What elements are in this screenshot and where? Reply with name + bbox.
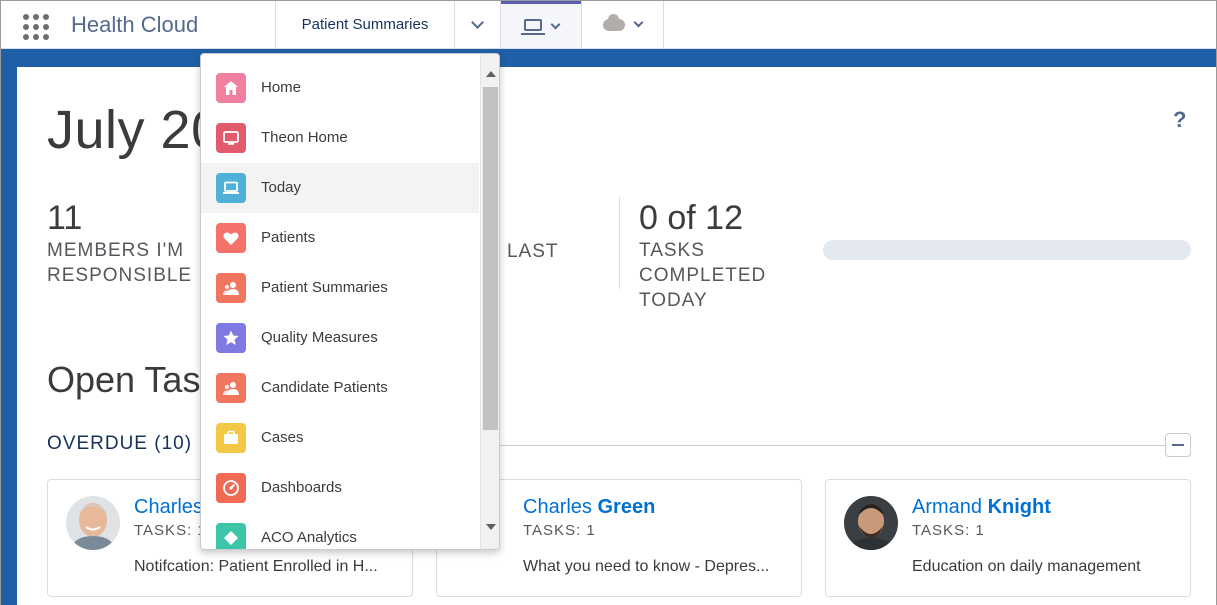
heart-icon — [216, 223, 246, 253]
section-title: Open Tasl — [47, 359, 209, 400]
task-count: TASKS: 1 — [523, 522, 596, 539]
nav-overflow-button[interactable] — [454, 1, 501, 48]
scrollbar[interactable] — [480, 54, 499, 549]
people-icon — [216, 273, 246, 303]
side-band — [1, 49, 17, 605]
main-panel: July 20 ? 11 MEMBERS I'M RESPONSIBLE S L… — [17, 67, 1216, 605]
scroll-up-icon[interactable] — [486, 71, 496, 77]
task-card[interactable]: Armand Knight TASKS: 1 Education on dail… — [825, 479, 1191, 597]
patient-name-link[interactable]: Charles — [134, 496, 203, 519]
nav-menu-item-label: Theon Home — [261, 129, 348, 146]
nav-menu-item[interactable]: Today — [201, 163, 479, 213]
global-header: Health Cloud Patient Summaries — [1, 1, 1216, 49]
nav-menu-item[interactable]: Theon Home — [201, 113, 479, 163]
app-launcher-icon[interactable] — [23, 14, 49, 40]
home-icon — [216, 73, 246, 103]
stat-value: 0 of 12 — [639, 199, 743, 237]
nav-menu-item[interactable]: Patients — [201, 213, 479, 263]
avatar — [844, 496, 898, 550]
nav-menu-item-label: Cases — [261, 429, 304, 446]
nav-menu-item-label: Home — [261, 79, 302, 96]
nav-menu-item-label: Patients — [261, 229, 316, 246]
stat-tasks: 0 of 12 TASKS COMPLETED TODAY — [639, 199, 819, 313]
nav-menu-item-label: Quality Measures — [261, 329, 378, 346]
tab-today[interactable] — [501, 1, 582, 48]
chevron-down-icon — [471, 16, 484, 29]
laptop-icon — [216, 173, 246, 203]
cloud-icon — [603, 13, 625, 31]
tab-patient-summaries[interactable]: Patient Summaries — [276, 1, 454, 48]
tab-cloud[interactable] — [582, 1, 663, 48]
overdue-heading: OVERDUE (10) — [47, 433, 193, 454]
nav-menu-item[interactable]: Cases — [201, 413, 479, 463]
stat-divider — [619, 197, 620, 289]
app-name: Health Cloud — [71, 12, 199, 37]
first-name: Armand — [912, 496, 983, 518]
chevron-down-icon — [633, 17, 644, 28]
help-icon[interactable]: ? — [1173, 107, 1186, 133]
monitor-icon — [216, 123, 246, 153]
stat-label: TASKS COMPLETED TODAY — [639, 240, 767, 311]
nav-menu-item[interactable]: Home — [201, 63, 479, 113]
nav-menu-item-label: Candidate Patients — [261, 379, 388, 396]
nav-menu-list: Home Theon Home Today Patients Patient Summa… — [201, 63, 479, 549]
gauge-icon — [216, 473, 246, 503]
header-band — [1, 49, 1216, 67]
last-name: Green — [597, 496, 656, 518]
task-description: Notifcation: Patient Enrolled in H... — [134, 558, 378, 575]
patient-name-link[interactable]: Charles Green — [523, 496, 655, 519]
nav-menu-item[interactable]: Quality Measures — [201, 313, 479, 363]
tasks-progress-bar — [823, 240, 1191, 260]
divider — [499, 445, 1167, 446]
avatar — [66, 496, 120, 550]
scroll-down-icon[interactable] — [486, 524, 496, 530]
nav-divider — [663, 1, 664, 48]
nav-menu-item-label: ACO Analytics — [261, 529, 357, 546]
analytics-icon — [216, 523, 246, 549]
first-name: Charles — [134, 496, 203, 518]
nav-menu-item[interactable]: Dashboards — [201, 463, 479, 513]
task-description: What you need to know - Depres... — [523, 558, 770, 575]
patient-name-link[interactable]: Armand Knight — [912, 496, 1051, 519]
people-icon — [216, 373, 246, 403]
task-count: TASKS: 1 — [912, 522, 985, 539]
star-icon — [216, 323, 246, 353]
laptop-icon — [521, 18, 545, 35]
collapse-button[interactable] — [1165, 433, 1191, 457]
last-name: Knight — [987, 496, 1051, 518]
task-count: TASKS: 1 — [134, 522, 207, 539]
task-description: Education on daily management — [912, 558, 1141, 575]
nav-menu-item[interactable]: Patient Summaries — [201, 263, 479, 313]
nav-menu-item[interactable]: Candidate Patients — [201, 363, 479, 413]
first-name: Charles — [523, 496, 592, 518]
nav-menu-item[interactable]: ACO Analytics — [201, 513, 479, 549]
nav-menu-item-label: Patient Summaries — [261, 279, 388, 296]
nav-menu-item-label: Today — [261, 179, 302, 196]
briefcase-icon — [216, 423, 246, 453]
nav-menu-item-label: Dashboards — [261, 479, 342, 496]
scroll-thumb[interactable] — [483, 87, 498, 430]
nav-menu-dropdown: Home Theon Home Today Patients Patient Summa… — [200, 53, 500, 550]
page-title: July 20 — [47, 100, 222, 160]
chevron-down-icon — [550, 19, 561, 29]
